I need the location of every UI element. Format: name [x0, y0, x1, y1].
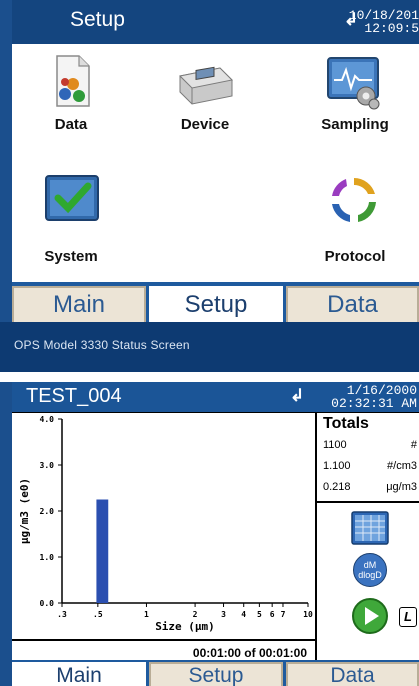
x-tick-label: 10: [303, 610, 313, 619]
totals-value: 0.218: [323, 481, 351, 493]
x-tick-label: 3: [221, 610, 226, 619]
app-label: Data: [54, 116, 88, 133]
x-tick-label: 5: [257, 610, 262, 619]
tab-data[interactable]: Data: [286, 286, 419, 322]
left-edge-strip: [0, 382, 12, 686]
tab-main[interactable]: Main: [12, 662, 146, 686]
totals-row: 1.100 #/cm3: [323, 460, 419, 472]
setup-app-grid: Data Device Sampling System Protocol: [12, 44, 419, 282]
app-sampling[interactable]: Sampling: [300, 50, 410, 140]
protocol-icon: [332, 178, 376, 222]
totals-value: 1100: [323, 439, 347, 451]
app-protocol[interactable]: Protocol: [300, 174, 410, 265]
side-buttons: dM dlogD L: [317, 505, 419, 667]
x-tick-label: .5: [93, 610, 103, 619]
totals-unit: μg/m3: [386, 481, 417, 493]
device-icon: [178, 66, 234, 105]
data-icon: [56, 55, 90, 107]
x-tick-label: .3: [57, 610, 67, 619]
y-axis-label: μg/m3 (e0): [18, 478, 31, 544]
dm-dlogd-button[interactable]: dM dlogD: [353, 553, 387, 587]
tab-setup[interactable]: Setup: [149, 662, 283, 686]
totals-row: 0.218 μg/m3: [323, 481, 419, 493]
totals-value: 1.100: [323, 460, 351, 472]
test-name: TEST_004: [26, 385, 122, 407]
app-device[interactable]: Device: [150, 50, 260, 140]
x-tick-label: 6: [270, 610, 275, 619]
play-icon[interactable]: [351, 597, 389, 635]
x-tick-label: 4: [241, 610, 246, 619]
y-tick-label: 4.0: [40, 415, 55, 424]
y-tick-label: 2.0: [40, 507, 55, 516]
time: 02:32:31 AM: [331, 396, 417, 411]
totals-heading: Totals: [323, 415, 369, 432]
status-tab-bar: Main Setup Data: [12, 660, 419, 686]
x-tick-label: 1: [144, 610, 149, 619]
y-tick-label: 3.0: [40, 461, 55, 470]
x-tick-label: 7: [281, 610, 286, 619]
x-tick-label: 2: [193, 610, 198, 619]
dlogd-label: dlogD: [358, 570, 382, 580]
sampling-icon: [327, 57, 380, 110]
app-label: Protocol: [324, 248, 386, 265]
totals-panel: Totals 1100 # 1.100 #/cm3 0.218 μg/m3: [317, 413, 419, 503]
app-label: System: [44, 248, 98, 265]
setup-title-bar: Setup ↲ 10/18/201 12:09:5: [12, 0, 419, 44]
page-title: Setup: [70, 8, 125, 31]
app-data[interactable]: Data: [16, 50, 126, 140]
app-system[interactable]: System: [16, 174, 126, 265]
caption-band: OPS Model 3330 Status Screen: [0, 322, 419, 372]
tab-setup[interactable]: Setup: [149, 286, 283, 322]
datetime: 10/18/201 12:09:5: [349, 9, 419, 35]
y-tick-label: 0.0: [40, 599, 55, 608]
size-bin-bar: [96, 499, 109, 603]
chart-svg: 0.0 1.0 2.0 3.0 4.0 .3 .5 1 2 3 4 5 6 7 10 Size (μm) μg/…: [18, 415, 313, 633]
totals-unit: #/cm3: [387, 460, 417, 472]
plug-icon: ↲: [290, 386, 305, 405]
status-body: 0.0 1.0 2.0 3.0 4.0 .3 .5 1 2 3 4 5 6 7 10 Size (μm) μg/…: [12, 412, 419, 666]
totals-row: 1100 #: [323, 439, 419, 451]
log-scale-button[interactable]: L: [399, 607, 417, 627]
figure-caption: OPS Model 3330 Status Screen: [14, 338, 190, 352]
tab-data[interactable]: Data: [286, 662, 419, 686]
system-icon: [45, 175, 99, 221]
dm-label: dM: [363, 560, 377, 570]
app-label: Device: [180, 116, 230, 133]
status-title-bar: TEST_004 ↲ 1/16/2000 02:32:31 AM: [12, 382, 419, 412]
app-label: Sampling: [321, 116, 389, 133]
totals-unit: #: [410, 439, 417, 451]
spreadsheet-icon[interactable]: [351, 511, 389, 545]
x-axis-label: Size (μm): [155, 620, 215, 633]
size-distribution-chart: 0.0 1.0 2.0 3.0 4.0 .3 .5 1 2 3 4 5 6 7 10 Size (μm) μg/…: [12, 413, 317, 639]
setup-tab-bar: Main Setup Data: [12, 282, 419, 322]
time: 12:09:5: [364, 21, 419, 36]
left-edge-strip: [0, 0, 12, 322]
tab-main[interactable]: Main: [12, 286, 146, 322]
datetime: 1/16/2000 02:32:31 AM: [331, 384, 417, 410]
y-tick-label: 1.0: [40, 553, 55, 562]
